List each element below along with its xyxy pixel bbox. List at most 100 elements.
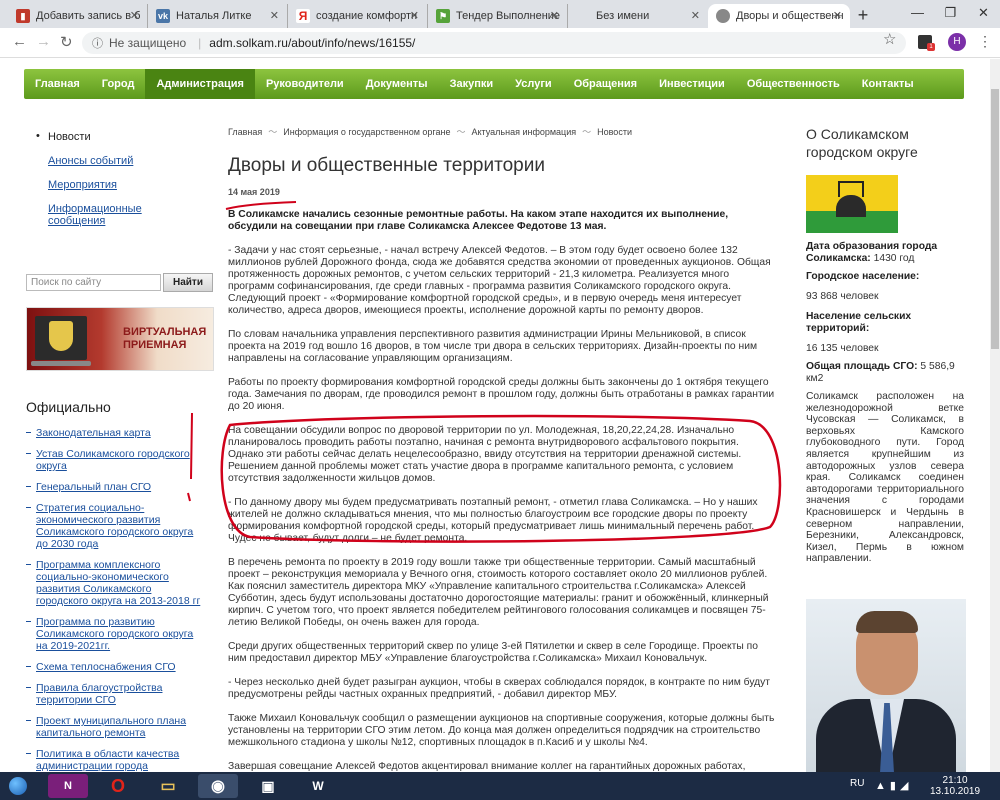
official-link[interactable]: Правила благоустройства территории СГО: [36, 682, 162, 706]
founded-label: Дата образования города Соликамска:: [806, 241, 938, 264]
head-of-city-photo: [806, 599, 966, 772]
menu-item[interactable]: Главная: [24, 69, 91, 99]
close-icon[interactable]: ✕: [270, 9, 279, 22]
article-paragraph: - Задачи у нас стоят серьезные, - начал …: [228, 245, 771, 316]
globe-icon: [716, 9, 730, 23]
page-title: Дворы и общественные территории: [228, 155, 545, 176]
flag-emblem: [836, 195, 866, 217]
language-indicator[interactable]: RU: [850, 778, 864, 789]
city-info-title: О Соликамском городском округе: [806, 126, 918, 160]
opera-taskbar-icon[interactable]: O: [98, 774, 138, 798]
tab-title: Наталья Литке: [176, 10, 252, 22]
section-nav-link[interactable]: Информационные сообщения: [48, 203, 142, 227]
section-nav: Новости Анонсы событий Мероприятия Инфор…: [26, 130, 196, 239]
page-scrollbar[interactable]: [990, 59, 1000, 772]
article-lead: В Соликамске начались сезонные ремонтные…: [228, 209, 729, 232]
official-link[interactable]: Проект муниципального плана капитального…: [36, 715, 186, 739]
extension-badge: 1: [927, 43, 935, 51]
article-paragraph: Также Михаил Коновальчук сообщил о разме…: [228, 713, 775, 748]
menu-item[interactable]: Администрация: [145, 69, 255, 99]
official-link-item: Стратегия социально-экономического разви…: [26, 502, 206, 550]
menu-dots-icon[interactable]: ⋮: [978, 33, 992, 50]
article-paragraph: Среди других общественных территорий скв…: [228, 641, 758, 664]
browser-tab-active[interactable]: Дворы и общественн ✕: [708, 4, 850, 28]
official-link-item: Проект муниципального плана капитального…: [26, 715, 206, 739]
tab-title: Тендер Выполнение: [456, 10, 561, 22]
breadcrumb-item[interactable]: Актуальная информация: [471, 127, 576, 137]
maximize-icon[interactable]: ❐: [934, 0, 967, 28]
menu-item[interactable]: Услуги: [504, 69, 563, 99]
official-link[interactable]: Схема теплоснабжения СГО: [36, 661, 176, 673]
close-icon[interactable]: ✕: [410, 9, 419, 22]
official-link[interactable]: Устав Соликамского городского округа: [36, 448, 190, 472]
section-nav-item: Информационные сообщения: [26, 203, 196, 227]
official-link-item: Схема теплоснабжения СГО: [26, 661, 206, 673]
tab-title: Дворы и общественн: [736, 10, 844, 22]
search-button[interactable]: Найти: [163, 273, 213, 292]
menu-item[interactable]: Контакты: [851, 69, 925, 99]
new-tab-button[interactable]: +: [852, 5, 874, 27]
site-search-input[interactable]: Поиск по сайту: [26, 274, 161, 291]
browser-tab-1[interactable]: ▮ Добавить запись в б ✕: [8, 4, 148, 28]
menu-item[interactable]: Город: [91, 69, 146, 99]
official-link[interactable]: Стратегия социально-экономического разви…: [36, 502, 193, 550]
minimize-icon[interactable]: —: [901, 0, 934, 28]
back-icon[interactable]: ←: [12, 33, 27, 50]
article-paragraph: В перечень ремонта по проекту в 2019 год…: [228, 557, 769, 628]
menu-item[interactable]: Обращения: [563, 69, 648, 99]
scrollbar-thumb[interactable]: [991, 89, 999, 349]
tab-title: создание комфортн: [316, 10, 418, 22]
explorer-taskbar-icon[interactable]: ▭: [148, 774, 188, 798]
address-bar[interactable]: ⓘ Не защищено | adm.solkam.ru/about/info…: [82, 32, 906, 54]
section-nav-link[interactable]: Анонсы событий: [48, 155, 133, 167]
info-icon[interactable]: ⓘ: [92, 35, 103, 51]
official-link[interactable]: Политика в области качества администраци…: [36, 748, 179, 772]
red-margin-mark: [187, 412, 193, 502]
browser-tab-4[interactable]: ⚑ Тендер Выполнение ✕: [428, 4, 568, 28]
close-window-icon[interactable]: ✕: [967, 0, 1000, 28]
menu-item[interactable]: Документы: [355, 69, 439, 99]
area-info: Общая площадь СГО: 5 586,9 км2: [806, 361, 971, 385]
menu-item[interactable]: Закупки: [439, 69, 505, 99]
chrome-taskbar-icon[interactable]: ◉: [198, 774, 238, 798]
onenote-taskbar-icon[interactable]: N: [48, 774, 88, 798]
reload-icon[interactable]: ↻: [60, 33, 73, 51]
browser-tab-2[interactable]: vk Наталья Литке ✕: [148, 4, 288, 28]
bookmark-star-icon[interactable]: ☆: [883, 30, 896, 48]
close-icon[interactable]: ✕: [550, 9, 559, 22]
official-link[interactable]: Программа по развитию Соликамского город…: [36, 616, 193, 652]
browser-tab-3[interactable]: Я создание комфортн ✕: [288, 4, 428, 28]
browser-tab-5[interactable]: Без имени ✕: [568, 4, 708, 28]
section-nav-link[interactable]: Мероприятия: [48, 179, 117, 191]
document-icon: ▮: [16, 9, 30, 23]
official-link[interactable]: Генеральный план СГО: [36, 481, 151, 493]
windows-logo-icon: [9, 777, 27, 795]
profile-avatar[interactable]: H: [948, 33, 966, 51]
word-taskbar-icon[interactable]: W: [298, 774, 338, 798]
tab-title: Добавить запись в б: [36, 10, 141, 22]
system-tray-icons[interactable]: ▲▮◢: [875, 779, 912, 792]
menu-item[interactable]: Инвестиции: [648, 69, 736, 99]
close-icon[interactable]: ✕: [833, 9, 842, 22]
menu-item[interactable]: Руководители: [255, 69, 355, 99]
breadcrumb-item[interactable]: Информация о государственном органе: [283, 127, 450, 137]
section-nav-current[interactable]: Новости: [26, 130, 196, 143]
city-crest-icon: [49, 321, 73, 351]
forward-icon[interactable]: →: [36, 33, 51, 50]
official-link[interactable]: Программа комплексного социально-экономи…: [36, 559, 200, 607]
clock-date: 13.10.2019: [930, 786, 981, 797]
close-icon[interactable]: ✕: [691, 9, 700, 22]
breadcrumb-item[interactable]: Новости: [597, 127, 632, 137]
official-link[interactable]: Законодательная карта: [36, 427, 151, 439]
url-divider: |: [198, 36, 202, 50]
banner-line-2: ПРИЕМНАЯ: [123, 339, 187, 351]
start-button[interactable]: [4, 775, 32, 797]
virtual-reception-banner[interactable]: ВИРТУАЛЬНАЯ ПРИЕМНАЯ: [26, 307, 214, 371]
taskbar-clock[interactable]: 21:10 13.10.2019: [930, 775, 980, 797]
breadcrumb-item[interactable]: Главная: [228, 127, 262, 137]
close-icon[interactable]: ✕: [130, 9, 139, 22]
menu-item[interactable]: Общественность: [736, 69, 851, 99]
window-controls: — ❐ ✕: [901, 0, 1000, 28]
article-paragraph: - Через несколько дней будет разыгран ау…: [228, 677, 771, 700]
image-viewer-taskbar-icon[interactable]: ▣: [248, 774, 288, 798]
